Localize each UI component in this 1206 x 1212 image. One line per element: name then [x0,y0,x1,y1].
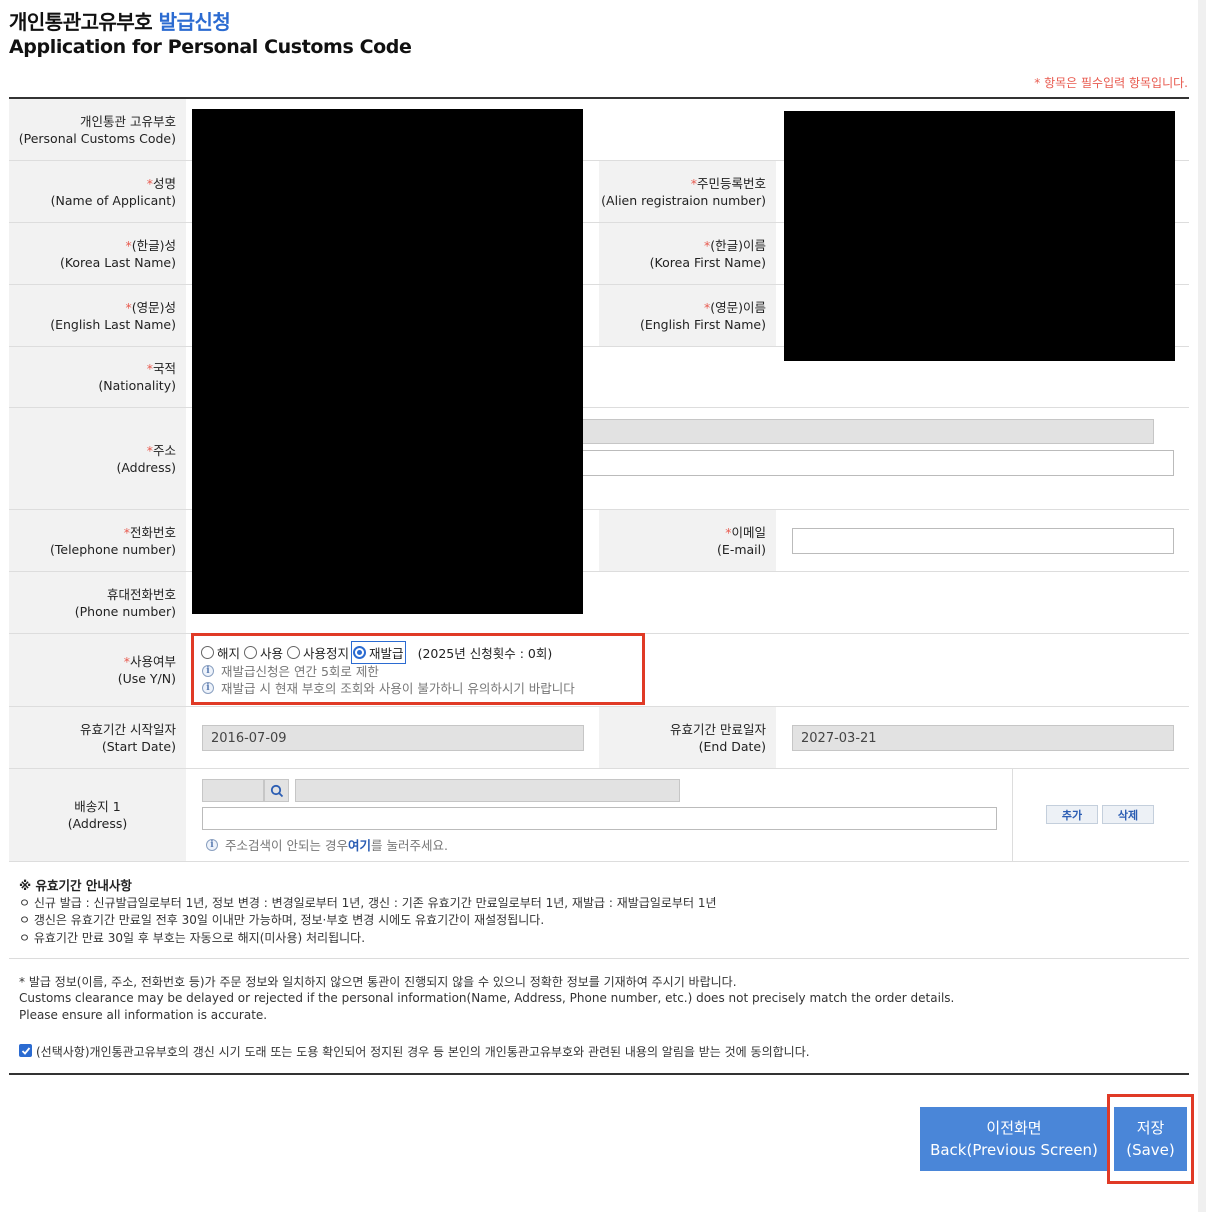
row-phone: 휴대전화번호 (Phone number) [9,572,1189,634]
disclaimer-en: Customs clearance may be delayed or reje… [19,991,955,1005]
delivery-detail-address-field[interactable] [202,807,997,830]
delivery-hint: i 주소검색이 안되는 경우 여기 를 눌러주세요. [206,835,448,854]
label-start-date: 유효기간 시작일자 (Start Date) [9,707,186,768]
page-title-korean: 개인통관고유부호 발급신청 [9,6,231,35]
label-ko: 유효기간 만료일자 [670,721,766,737]
label-en: (E-mail) [717,541,766,557]
label-ko: *주소 [146,442,176,458]
redaction-block [192,109,583,614]
label-ko: *국적 [146,361,176,376]
label-en: (Nationality) [98,378,176,393]
label-en: (Phone number) [74,603,176,619]
label-use-yn: *사용여부 (Use Y/N) [9,634,186,706]
consent-label: (선택사항)개인통관고유부호의 갱신 시기 도래 또는 도용 확인되어 정지된 … [36,1045,810,1059]
divider [9,958,1189,959]
label-email: *이메일 (E-mail) [599,510,776,571]
search-icon [270,784,283,797]
label-alien-registration: *주민등록번호 (Alien registraion number) [599,161,776,222]
label-en: (End Date) [698,738,766,754]
validity-note: ㅇ 유효기간 만료 30일 후 부호는 자동으로 해지(미사용) 처리됩니다. [19,931,366,945]
address-search-button[interactable] [264,779,289,802]
add-address-button[interactable]: 추가 [1046,805,1098,824]
back-label-en: Back(Previous Screen) [930,1141,1098,1159]
label-korea-last-name: *(한글)성 (Korea Last Name) [9,223,186,284]
scrollbar-track[interactable] [1198,0,1206,1212]
label-ko: *성명 [146,175,176,191]
label-end-date: 유효기간 만료일자 (End Date) [599,707,776,768]
label-en: (Alien registraion number) [601,192,766,208]
address-detail-field[interactable] [579,450,1174,476]
highlight-use-yn [191,633,645,705]
label-en: (Telephone number) [50,541,176,557]
label-ko: *사용여부 [123,654,176,669]
label-telephone: *전화번호 (Telephone number) [9,510,186,571]
label-en: (Personal Customs Code) [18,130,176,146]
label-ko: 개인통관 고유부호 [80,113,176,129]
hint-prefix: 주소검색이 안되는 경우 [225,838,348,853]
back-label-ko: 이전화면 [986,1119,1042,1137]
checkmark-icon [21,1046,30,1055]
form-bottom-border [9,1073,1189,1075]
validity-note: ㅇ 신규 발급 : 신규발급일로부터 1년, 정보 변경 : 변경일로부터 1년… [19,896,717,910]
title-main: 개인통관고유부호 [9,10,153,34]
label-address: *주소 (Address) [9,408,186,509]
redaction-block [784,111,1175,361]
highlight-save [1107,1094,1194,1184]
label-customs-code: 개인통관 고유부호 (Personal Customs Code) [9,99,186,160]
row-dates: 유효기간 시작일자 (Start Date) 2016-07-09 유효기간 만… [9,707,1189,769]
label-en: (English Last Name) [50,316,176,332]
label-en: (Name of Applicant) [50,192,176,208]
label-english-first-name: *(영문)이름 (English First Name) [599,285,776,346]
label-ko: 유효기간 시작일자 [80,721,176,737]
label-en: (Korea First Name) [649,254,766,270]
address-help-link[interactable]: 여기 [348,835,371,854]
label-en: (English First Name) [639,316,766,332]
zip-code-field[interactable] [202,779,264,802]
label-english-last-name: *(영문)성 (English Last Name) [9,285,186,346]
delete-address-button[interactable]: 삭제 [1102,805,1154,824]
validity-notes-title: ※ 유효기간 안내사항 [19,878,132,893]
start-date-field: 2016-07-09 [202,725,584,751]
page-title-english: Application for Personal Customs Code [9,36,412,58]
label-en: (Start Date) [101,738,176,754]
row-address: *주소 (Address) [9,408,1189,510]
required-note: * 항목은 필수입력 항목입니다. [1034,76,1188,90]
label-en: (Korea Last Name) [59,254,176,270]
title-accent: 발급신청 [158,10,231,34]
delivery-base-address-field[interactable] [295,779,680,802]
label-ko: *(영문)이름 [703,299,766,315]
label-nationality: *국적 (Nationality) [9,347,186,407]
disclaimer-en-2: Please ensure all information is accurat… [19,1008,268,1022]
label-korea-first-name: *(한글)이름 (Korea First Name) [599,223,776,284]
consent-checkbox[interactable] [19,1044,32,1057]
label-ko: *전화번호 [123,524,176,540]
address-base-field[interactable] [579,419,1154,444]
label-ko: 휴대전화번호 [106,586,176,602]
label-phone: 휴대전화번호 (Phone number) [9,572,186,633]
back-button[interactable]: 이전화면 Back(Previous Screen) [920,1107,1108,1171]
end-date-field: 2027-03-21 [792,725,1174,751]
label-delivery: 배송지 1 (Address) [9,769,186,861]
label-en: (Address) [67,816,128,831]
label-applicant-name: *성명 (Name of Applicant) [9,161,186,222]
row-delivery-address: 배송지 1 (Address) i 주소검색이 안되는 경우 여기 를 눌러주세요… [9,769,1189,862]
label-ko: *이메일 [725,524,766,540]
hint-suffix: 를 눌러주세요. [370,838,448,853]
label-ko: *(영문)성 [125,299,176,315]
label-ko: 배송지 1 [74,799,121,814]
info-icon: i [206,838,218,851]
label-ko: *주민등록번호 [690,175,766,191]
label-ko: *(한글)성 [125,237,176,253]
column-divider [1012,769,1013,861]
label-ko: *(한글)이름 [703,237,766,253]
disclaimer-ko: * 발급 정보(이름, 주소, 전화번호 등)가 주문 정보와 일치하지 않으면… [19,975,737,989]
label-en: (Address) [116,459,176,475]
validity-note: ㅇ 갱신은 유효기간 만료일 전후 30일 이내만 가능하며, 정보·부호 변경… [19,913,545,927]
row-telephone: *전화번호 (Telephone number) *이메일 (E-mail) [9,510,1189,572]
email-field[interactable] [792,528,1174,554]
label-en: (Use Y/N) [117,671,176,686]
